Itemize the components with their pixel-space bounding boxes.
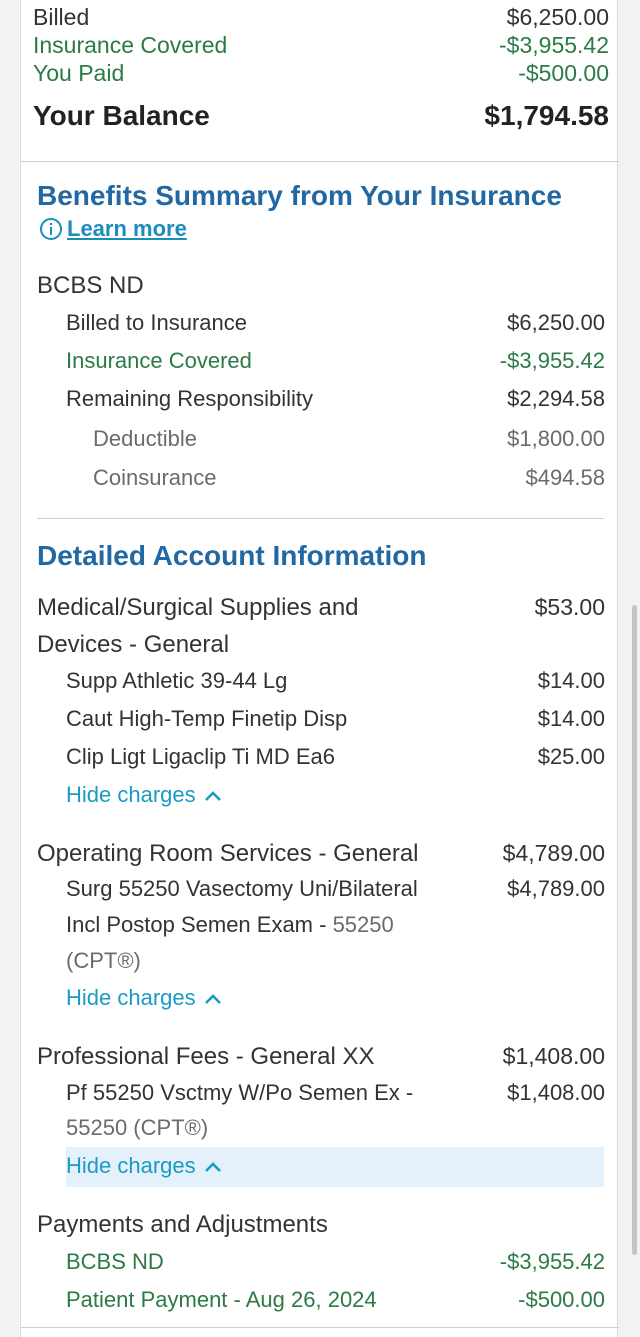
divider: [21, 1327, 619, 1328]
detailed-header: Detailed Account Information: [21, 540, 619, 580]
learn-more-label[interactable]: Learn more: [67, 216, 187, 241]
charge-group-title: Operating Room Services - General $4,789…: [21, 840, 619, 876]
divider: [37, 518, 604, 519]
group-total: $53.00: [534, 594, 605, 620]
payment-label: BCBS ND: [66, 1249, 164, 1274]
charge-item: Supp Athletic 39-44 Lg $14.00: [21, 668, 619, 704]
hide-charges-button[interactable]: Hide charges: [66, 985, 222, 1011]
remaining-label: Remaining Responsibility: [66, 386, 314, 411]
charge-item: Caut High-Temp Finetip Disp $14.00: [21, 706, 619, 742]
hide-charges-label: Hide charges: [66, 1153, 196, 1178]
deductible-label: Deductible: [93, 426, 197, 451]
payment-value: -$3,955.42: [499, 1249, 605, 1274]
charge-item-value: $1,408.00: [507, 1080, 605, 1105]
balance-label: Your Balance: [33, 100, 210, 131]
billed-value: $6,250.00: [506, 4, 609, 30]
insurer-row: BCBS ND: [21, 272, 619, 308]
charge-item-value: $14.00: [537, 668, 605, 693]
billed-to-insurance-row: Billed to Insurance $6,250.00: [21, 310, 619, 346]
charge-item-value: $14.00: [537, 706, 605, 731]
hide-charges-button[interactable]: Hide charges: [66, 782, 222, 808]
charge-item-cont: Incl Postop Semen Exam - 55250: [21, 912, 619, 948]
detailed-title: Detailed Account Information: [37, 540, 427, 571]
payments-title: Payments and Adjustments: [37, 1211, 328, 1238]
charge-item: Clip Ligt Ligaclip Ti MD Ea6 $25.00: [21, 744, 619, 780]
benefits-insurance-covered-value: -$3,955.42: [499, 348, 605, 373]
cpt-code: 55250 (CPT®): [66, 1115, 209, 1140]
billed-to-insurance-label: Billed to Insurance: [66, 310, 247, 335]
benefits-insurance-covered-label: Insurance Covered: [66, 348, 252, 373]
cpt-suffix: (CPT®): [66, 948, 141, 973]
coinsurance-value: $494.58: [525, 465, 605, 490]
payment-row: Patient Payment - Aug 26, 2024 -$500.00: [21, 1287, 619, 1323]
charge-item-cont: 55250 (CPT®): [21, 1115, 619, 1151]
cpt-code: 55250: [332, 912, 394, 937]
payment-row: BCBS ND -$3,955.42: [21, 1249, 619, 1285]
chevron-up-icon: [204, 994, 221, 1005]
insurance-covered-value: -$3,955.42: [499, 32, 609, 58]
charge-group-title: Professional Fees - General XX $1,408.00: [21, 1043, 619, 1079]
payment-label: Patient Payment - Aug 26, 2024: [66, 1287, 377, 1312]
info-icon: [40, 218, 62, 240]
charge-item-label: Incl Postop Semen Exam -: [66, 912, 333, 937]
charge-item-value: $25.00: [537, 744, 605, 769]
insurance-covered-label: Insurance Covered: [33, 32, 228, 58]
deductible-row: Deductible $1,800.00: [21, 426, 619, 462]
scrollbar[interactable]: [632, 605, 637, 1255]
payments-header: Payments and Adjustments: [21, 1211, 619, 1247]
charge-group-title: Medical/Surgical Supplies and $53.00: [21, 594, 619, 630]
payment-value: -$500.00: [518, 1287, 605, 1312]
hide-charges-label: Hide charges: [66, 985, 196, 1010]
charge-item-label: Pf 55250 Vsctmy W/Po Semen Ex -: [66, 1080, 414, 1105]
you-paid-label: You Paid: [33, 60, 125, 86]
benefits-insurance-covered-row: Insurance Covered -$3,955.42: [21, 348, 619, 384]
balance-value: $1,794.58: [484, 100, 609, 131]
chevron-up-icon: [204, 791, 221, 802]
group-title-line: Medical/Surgical Supplies and: [37, 594, 359, 621]
charge-item: Surg 55250 Vasectomy Uni/Bilateral $4,78…: [21, 876, 619, 912]
group-total: $4,789.00: [502, 840, 605, 866]
remaining-row: Remaining Responsibility $2,294.58: [21, 386, 619, 422]
summary-you-paid-row: You Paid -$500.00: [21, 60, 619, 96]
coinsurance-label: Coinsurance: [93, 465, 217, 490]
divider: [21, 161, 619, 162]
billed-to-insurance-value: $6,250.00: [507, 310, 605, 335]
remaining-value: $2,294.58: [507, 386, 605, 411]
charge-item-value: $4,789.00: [507, 876, 605, 901]
coinsurance-row: Coinsurance $494.58: [21, 465, 619, 501]
group-title-line: Devices - General: [37, 631, 230, 658]
charge-group-title-cont: Devices - General: [21, 631, 619, 667]
you-paid-value: -$500.00: [518, 60, 609, 86]
learn-more-link[interactable]: Learn more: [39, 216, 187, 244]
group-title: Operating Room Services - General: [37, 840, 419, 867]
deductible-value: $1,800.00: [507, 426, 605, 451]
chevron-up-icon: [204, 1162, 221, 1173]
charge-item-label: Surg 55250 Vasectomy Uni/Bilateral: [66, 876, 418, 901]
group-total: $1,408.00: [502, 1043, 605, 1069]
benefits-header: Benefits Summary from Your Insurance: [21, 180, 619, 220]
charge-item-label: Caut High-Temp Finetip Disp: [66, 706, 348, 731]
hide-charges-label: Hide charges: [66, 782, 196, 807]
charge-item-label: Supp Athletic 39-44 Lg: [66, 668, 288, 693]
billed-label: Billed: [33, 4, 90, 30]
charge-item-label: Clip Ligt Ligaclip Ti MD Ea6: [66, 744, 336, 769]
group-title: Professional Fees - General XX: [37, 1043, 375, 1070]
account-card: Billed $6,250.00 Insurance Covered -$3,9…: [20, 0, 619, 1337]
hide-charges-button[interactable]: Hide charges: [66, 1153, 222, 1179]
balance-row: Your Balance $1,794.58: [21, 100, 619, 136]
benefits-title: Benefits Summary from Your Insurance: [37, 180, 562, 211]
charge-item: Pf 55250 Vsctmy W/Po Semen Ex - $1,408.0…: [21, 1080, 619, 1116]
charge-item-cont: (CPT®): [21, 948, 619, 984]
insurer-name: BCBS ND: [37, 272, 144, 299]
